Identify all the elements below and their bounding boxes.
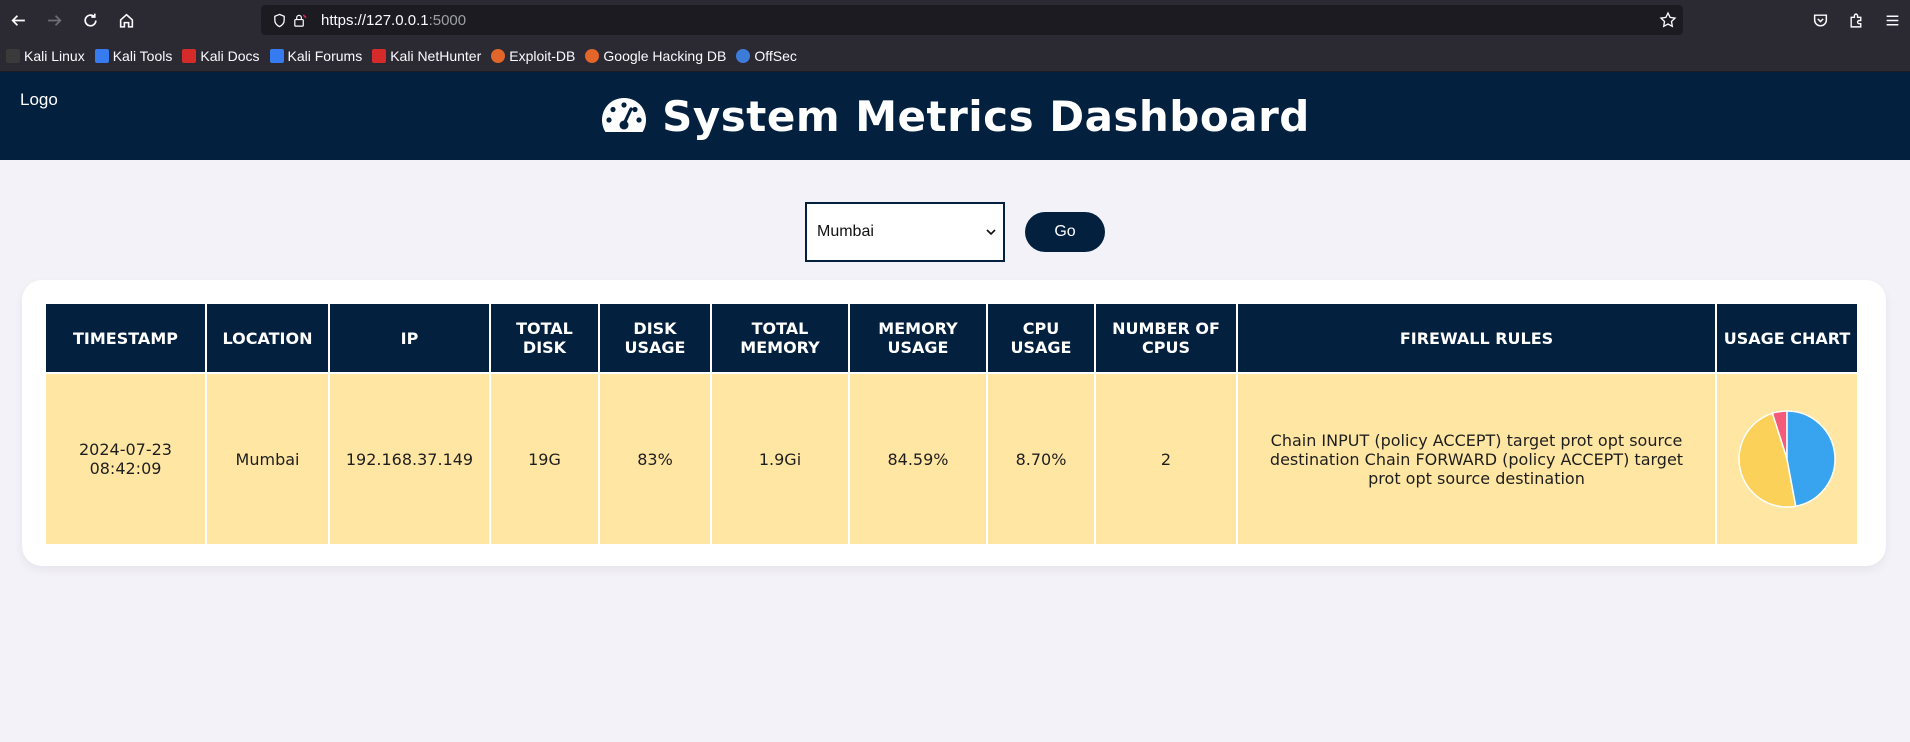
col-num-cpus: NUMBER OF CPUS <box>1096 304 1236 372</box>
shield-icon[interactable] <box>269 5 289 35</box>
cell-cpu-usage: 8.70% <box>988 374 1094 544</box>
home-icon <box>119 13 133 28</box>
bookmark-google-hacking-db[interactable]: Google Hacking DB <box>585 48 726 64</box>
kali-docs-icon <box>182 48 197 63</box>
cell-memory-usage: 84.59% <box>850 374 986 544</box>
logo[interactable]: Logo <box>20 90 58 110</box>
pie-slice-disk-usage[interactable] <box>1786 410 1836 508</box>
bookmark-label: OffSec <box>754 47 797 64</box>
forward-button[interactable] <box>36 0 72 40</box>
bookmark-star-icon[interactable] <box>1659 11 1677 33</box>
location-select[interactable]: Mumbai <box>805 202 1005 262</box>
kali-nethunter-icon <box>372 48 387 63</box>
pocket-button[interactable] <box>1802 0 1838 40</box>
cell-usage-chart <box>1717 374 1857 544</box>
reload-button[interactable] <box>72 0 108 40</box>
bookmark-label: Kali Docs <box>200 47 260 64</box>
bookmark-kali-tools[interactable]: Kali Tools <box>94 47 173 64</box>
hamburger-menu-icon <box>1886 14 1898 26</box>
url-port: :5000 <box>428 11 467 29</box>
col-usage-chart: USAGE CHART <box>1717 304 1857 372</box>
col-timestamp: TIMESTAMP <box>46 304 205 372</box>
home-button[interactable] <box>108 0 144 40</box>
url-text[interactable]: https://127.0.0.1:5000 <box>321 12 466 29</box>
ghdb-icon <box>585 48 600 63</box>
metrics-card: TIMESTAMP LOCATION IP TOTAL DISK DISK US… <box>22 280 1886 566</box>
bookmark-label: Google Hacking DB <box>603 47 727 64</box>
bookmark-label: Kali Forums <box>287 47 363 64</box>
cell-num-cpus: 2 <box>1096 374 1236 544</box>
kali-forums-icon <box>269 48 284 63</box>
metrics-table: TIMESTAMP LOCATION IP TOTAL DISK DISK US… <box>44 302 1859 546</box>
col-location: LOCATION <box>207 304 328 372</box>
location-select-value: Mumbai <box>817 223 874 240</box>
bookmark-label: Kali Tools <box>112 47 173 64</box>
bookmark-label: Exploit-DB <box>509 47 576 64</box>
col-total-memory: TOTAL MEMORY <box>712 304 848 372</box>
pocket-icon <box>1813 13 1827 27</box>
usage-pie-chart[interactable] <box>1737 409 1837 509</box>
cell-timestamp: 2024-07-23 08:42:09 <box>46 374 205 544</box>
cell-location: Mumbai <box>207 374 328 544</box>
back-button[interactable] <box>0 0 36 40</box>
bookmarks-bar: Kali Linux Kali Tools Kali Docs Kali For… <box>0 40 1910 72</box>
title-wrap: System Metrics Dashboard <box>600 92 1310 141</box>
kali-dragon-icon <box>6 48 20 63</box>
menu-button[interactable] <box>1874 0 1910 40</box>
cell-firewall-rules: Chain INPUT (policy ACCEPT) target prot … <box>1238 374 1715 544</box>
table-header-row: TIMESTAMP LOCATION IP TOTAL DISK DISK US… <box>46 304 1857 372</box>
go-button[interactable]: Go <box>1025 212 1105 252</box>
back-arrow-icon <box>10 14 25 26</box>
offsec-icon <box>736 48 751 63</box>
bookmark-kali-docs[interactable]: Kali Docs <box>182 47 260 64</box>
chevron-down-icon <box>986 229 996 236</box>
controls: Mumbai Go <box>0 160 1910 296</box>
forward-arrow-icon <box>47 14 62 26</box>
kali-tools-icon <box>94 48 109 63</box>
address-bar[interactable]: https://127.0.0.1:5000 <box>261 5 1683 35</box>
url-host: https://127.0.0.1 <box>321 11 429 29</box>
bookmark-label: Kali Linux <box>24 47 85 64</box>
bookmark-kali-nethunter[interactable]: Kali NetHunter <box>372 48 481 64</box>
puzzle-icon <box>1849 13 1861 28</box>
app-header: Logo System Metrics Dashboard <box>0 72 1910 160</box>
col-disk-usage: DISK USAGE <box>600 304 710 372</box>
bookmark-kali-forums[interactable]: Kali Forums <box>269 47 363 64</box>
page-title: System Metrics Dashboard <box>662 91 1310 141</box>
browser-toolbar: https://127.0.0.1:5000 <box>0 0 1910 40</box>
extensions-button[interactable] <box>1838 0 1874 40</box>
reload-icon <box>83 13 97 27</box>
cell-total-memory: 1.9Gi <box>712 374 848 544</box>
col-firewall-rules: FIREWALL RULES <box>1238 304 1715 372</box>
bookmark-label: Kali NetHunter <box>390 47 482 64</box>
lock-warning-icon[interactable] <box>289 5 309 35</box>
gauge-icon <box>602 98 647 132</box>
col-total-disk: TOTAL DISK <box>491 304 598 372</box>
col-ip: IP <box>330 304 489 372</box>
cell-disk-usage: 83% <box>600 374 710 544</box>
cell-total-disk: 19G <box>491 374 598 544</box>
bookmark-kali-linux[interactable]: Kali Linux <box>6 48 85 64</box>
cell-ip: 192.168.37.149 <box>330 374 489 544</box>
col-memory-usage: MEMORY USAGE <box>850 304 986 372</box>
bookmark-exploit-db[interactable]: Exploit-DB <box>491 48 575 64</box>
exploit-db-icon <box>491 48 506 63</box>
bookmark-offsec[interactable]: OffSec <box>736 48 797 64</box>
table-row: 2024-07-23 08:42:09 Mumbai 192.168.37.14… <box>46 374 1857 544</box>
col-cpu-usage: CPU USAGE <box>988 304 1094 372</box>
